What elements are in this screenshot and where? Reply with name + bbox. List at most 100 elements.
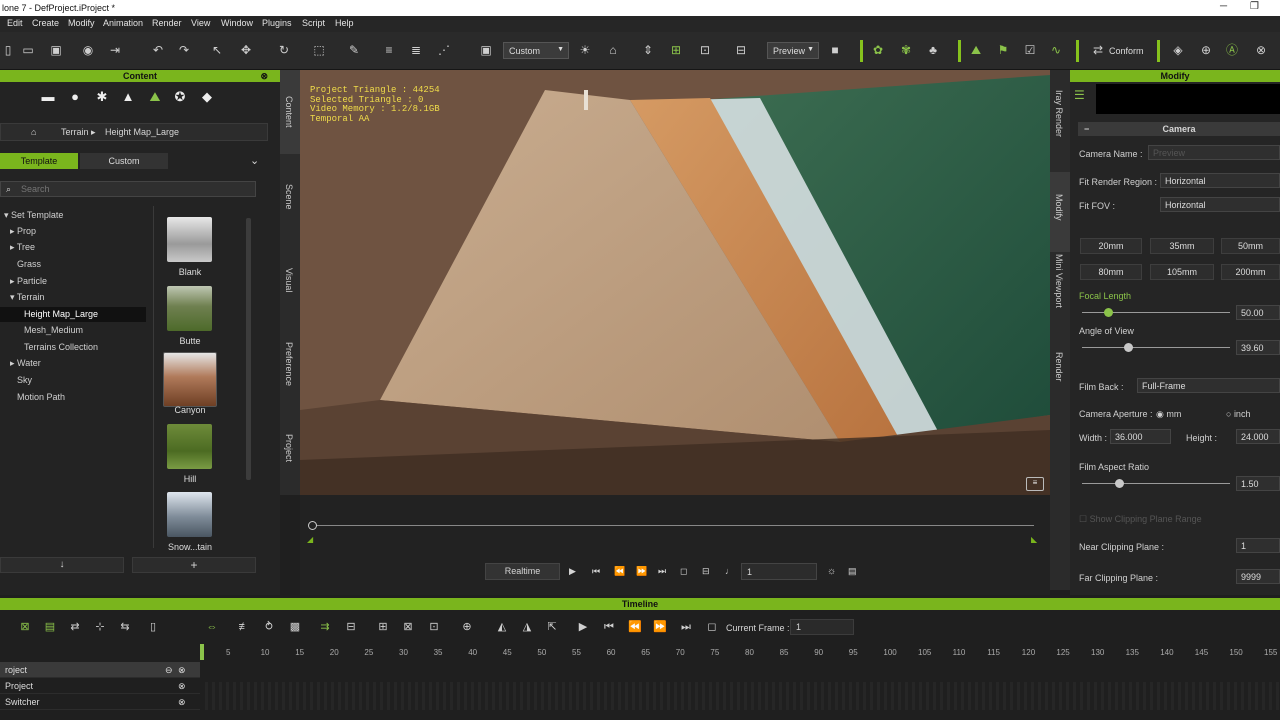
- side-tab-visual[interactable]: Visual: [280, 240, 300, 322]
- menu-animation[interactable]: Animation: [103, 18, 143, 28]
- camera-name-field[interactable]: Preview: [1148, 145, 1280, 160]
- angle-of-view-field[interactable]: 39.60: [1236, 340, 1280, 355]
- snap-icon[interactable]: ⋰: [436, 42, 452, 58]
- scrubber-handle[interactable]: [308, 521, 317, 530]
- breadcrumb-terrain[interactable]: Terrain: [61, 127, 89, 137]
- maximize-button[interactable]: ❐: [1250, 1, 1259, 12]
- next-frame-icon[interactable]: ⏩: [636, 566, 647, 577]
- side-tab-content[interactable]: Content: [280, 70, 300, 154]
- motion-icon[interactable]: ✱: [94, 89, 110, 105]
- key-list-icon[interactable]: ≢: [237, 620, 251, 634]
- lens-80mm-button[interactable]: 80mm: [1080, 264, 1142, 280]
- trim-icon[interactable]: ⊡: [427, 620, 441, 634]
- tree-item-sky[interactable]: Sky: [17, 375, 32, 385]
- prev-frame-icon[interactable]: ⏪: [614, 566, 625, 577]
- frame-select-icon[interactable]: ⊞: [668, 42, 684, 58]
- track-row[interactable]: Project ⊗: [0, 678, 200, 694]
- focal-length-knob[interactable]: [1104, 308, 1113, 317]
- side-tab-render[interactable]: Render: [1050, 340, 1070, 400]
- chevron-circle-icon[interactable]: ⌄: [250, 154, 259, 167]
- focal-length-field[interactable]: 50.00: [1236, 305, 1280, 320]
- rotate-icon[interactable]: ↻: [276, 42, 292, 58]
- paint-icon[interactable]: ✎: [346, 42, 362, 58]
- tab-custom[interactable]: Custom: [80, 153, 168, 169]
- tab-template[interactable]: Template: [0, 153, 78, 169]
- tree-item-tree[interactable]: ▸ Tree: [10, 242, 35, 253]
- search-input[interactable]: [21, 183, 251, 195]
- side-tab-preference[interactable]: Preference: [280, 324, 300, 408]
- menu-edit[interactable]: Edit: [7, 18, 23, 28]
- terrain-category-icon[interactable]: ⛰: [147, 89, 163, 105]
- tree-item-water[interactable]: ▸ Water: [10, 358, 41, 369]
- fit-range-icon[interactable]: ⇔: [205, 620, 219, 634]
- width-field[interactable]: 36.000: [1110, 429, 1171, 444]
- align-right-icon[interactable]: ◮: [520, 620, 534, 634]
- props-icon[interactable]: ✾: [898, 42, 914, 58]
- align-icon[interactable]: ≡: [381, 42, 397, 58]
- film-reel-icon[interactable]: ✪: [172, 89, 188, 105]
- preview-eye-icon[interactable]: ◉: [80, 42, 96, 58]
- side-tab-scene[interactable]: Scene: [280, 156, 300, 238]
- angle-of-view-knob[interactable]: [1124, 343, 1133, 352]
- thumb-canyon[interactable]: [163, 352, 217, 407]
- tree-item-motion-path[interactable]: Motion Path: [17, 392, 65, 402]
- camera-view-icon[interactable]: ▣: [478, 42, 494, 58]
- fit-region-select[interactable]: Horizontal: [1160, 173, 1280, 188]
- tree-item-terrains-collection[interactable]: Terrains Collection: [24, 342, 98, 352]
- tree-item-grass[interactable]: Grass: [17, 259, 41, 269]
- comment-icon[interactable]: ≡: [1026, 477, 1044, 491]
- terrain-icon[interactable]: ⛰: [968, 42, 984, 58]
- sync-icon[interactable]: ⇉: [318, 620, 332, 634]
- height-field[interactable]: 24.000: [1236, 429, 1280, 444]
- menu-plugins[interactable]: Plugins: [262, 18, 292, 28]
- far-clip-field[interactable]: 9999: [1236, 569, 1280, 584]
- menu-script[interactable]: Script: [302, 18, 325, 28]
- thumb-snow-mountain[interactable]: [167, 492, 212, 537]
- tree-item-prop[interactable]: ▸ Prop: [10, 226, 36, 237]
- close-icon[interactable]: ⊗: [178, 697, 186, 708]
- align-left-icon[interactable]: ◭: [495, 620, 509, 634]
- near-clip-field[interactable]: 1: [1236, 538, 1280, 553]
- sliders-icon[interactable]: ☰: [1074, 88, 1085, 102]
- gear-icon[interactable]: ☼: [827, 566, 836, 577]
- close-icon[interactable]: ⊗: [178, 681, 186, 692]
- clapper-icon[interactable]: ◆: [199, 89, 215, 105]
- render-mode-select[interactable]: Preview ▼: [767, 42, 819, 59]
- eye-icon[interactable]: ⊖: [165, 665, 173, 676]
- lens-20mm-button[interactable]: 20mm: [1080, 238, 1142, 254]
- breadcrumb-height-map[interactable]: Height Map_Large: [105, 127, 179, 137]
- path-icon[interactable]: ∿: [1048, 42, 1064, 58]
- go-end-icon[interactable]: ⏭: [658, 566, 666, 577]
- playhead[interactable]: [200, 644, 204, 660]
- capture-icon[interactable]: ⊟: [733, 42, 749, 58]
- lens-35mm-button[interactable]: 35mm: [1150, 238, 1214, 254]
- open-icon[interactable]: ▭: [20, 42, 36, 58]
- key-box-icon[interactable]: ▩: [288, 620, 302, 634]
- aspect-ratio-field[interactable]: 1.50: [1236, 476, 1280, 491]
- unit-mm-radio[interactable]: ◉ mm: [1156, 409, 1181, 420]
- loop-icon[interactable]: ◻: [680, 566, 687, 577]
- track-row[interactable]: roject ⊖ ⊗: [0, 662, 200, 678]
- anim-icon[interactable]: Ⓐ: [1224, 42, 1240, 58]
- thumb-hill[interactable]: [167, 424, 212, 469]
- realtime-button[interactable]: Realtime: [485, 563, 560, 580]
- 3d-viewport[interactable]: ≡: [300, 70, 1050, 495]
- checklist-icon[interactable]: ☑: [1022, 42, 1038, 58]
- track-collapse-icon[interactable]: ⇄: [68, 620, 82, 634]
- tree-item-height-map-large[interactable]: Height Map_Large: [0, 307, 146, 322]
- material-icon[interactable]: ◈: [1170, 42, 1186, 58]
- export-clip-icon[interactable]: ⇱: [545, 620, 559, 634]
- track-row[interactable]: Switcher ⊗: [0, 694, 200, 710]
- menu-render[interactable]: Render: [152, 18, 182, 28]
- track-add-icon[interactable]: ⊹: [93, 620, 107, 634]
- character-icon[interactable]: ✿: [870, 42, 886, 58]
- zoom-icon[interactable]: ⊕: [460, 620, 474, 634]
- fit-fov-select[interactable]: Horizontal: [1160, 197, 1280, 212]
- record-icon[interactable]: ⊟: [702, 566, 710, 577]
- track-remove-icon[interactable]: ⇆: [118, 620, 132, 634]
- move-icon[interactable]: ✥: [238, 42, 254, 58]
- home-icon[interactable]: ⌂: [31, 127, 36, 137]
- conform-label[interactable]: Conform: [1109, 46, 1144, 56]
- tl-prev-icon[interactable]: ⏪: [628, 620, 642, 634]
- image-icon[interactable]: ▲: [120, 89, 136, 105]
